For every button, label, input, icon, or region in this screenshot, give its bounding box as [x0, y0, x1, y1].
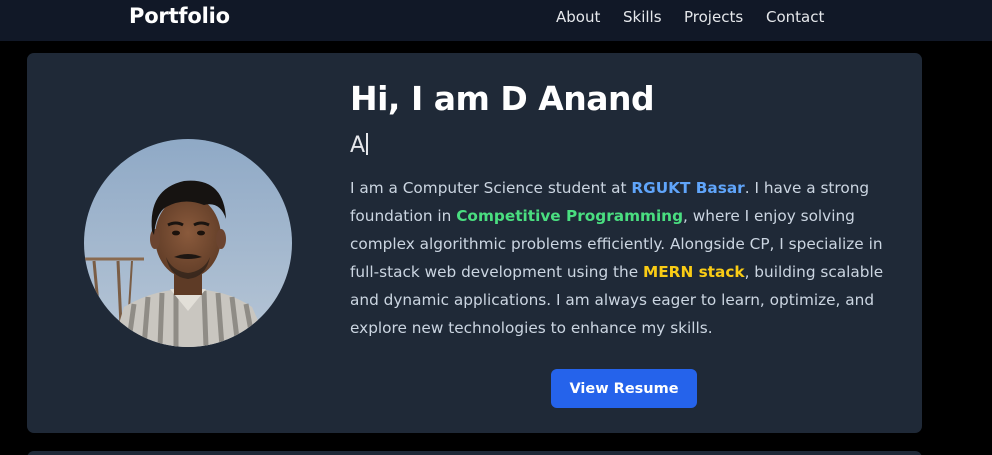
- typing-text: A: [350, 133, 369, 158]
- navbar: Portfolio About Skills Projects Contact: [0, 0, 992, 41]
- nav-links: About Skills Projects Contact: [0, 8, 992, 28]
- nav-link-about[interactable]: About: [556, 8, 600, 26]
- bio-highlight-cp: Competitive Programming: [456, 207, 684, 225]
- typing-text-value: A: [350, 133, 366, 158]
- nav-link-projects[interactable]: Projects: [684, 8, 743, 26]
- bio-text-1: I am a Computer Science student at: [350, 179, 632, 197]
- profile-avatar: [84, 139, 292, 347]
- nav-link-skills[interactable]: Skills: [623, 8, 662, 26]
- hero-bio: I am a Computer Science student at RGUKT…: [350, 174, 895, 342]
- hero-greeting: Hi, I am D Anand: [350, 79, 655, 118]
- hero-card: Hi, I am D Anand A I am a Computer Scien…: [27, 53, 922, 433]
- profile-photo: [84, 139, 292, 347]
- typing-cursor: [366, 133, 369, 155]
- view-resume-button[interactable]: View Resume: [551, 369, 697, 408]
- next-section-card: [27, 451, 922, 455]
- bio-highlight-college: RGUKT Basar: [631, 179, 745, 197]
- nav-link-contact[interactable]: Contact: [766, 8, 824, 26]
- bio-highlight-mern: MERN stack: [643, 263, 745, 281]
